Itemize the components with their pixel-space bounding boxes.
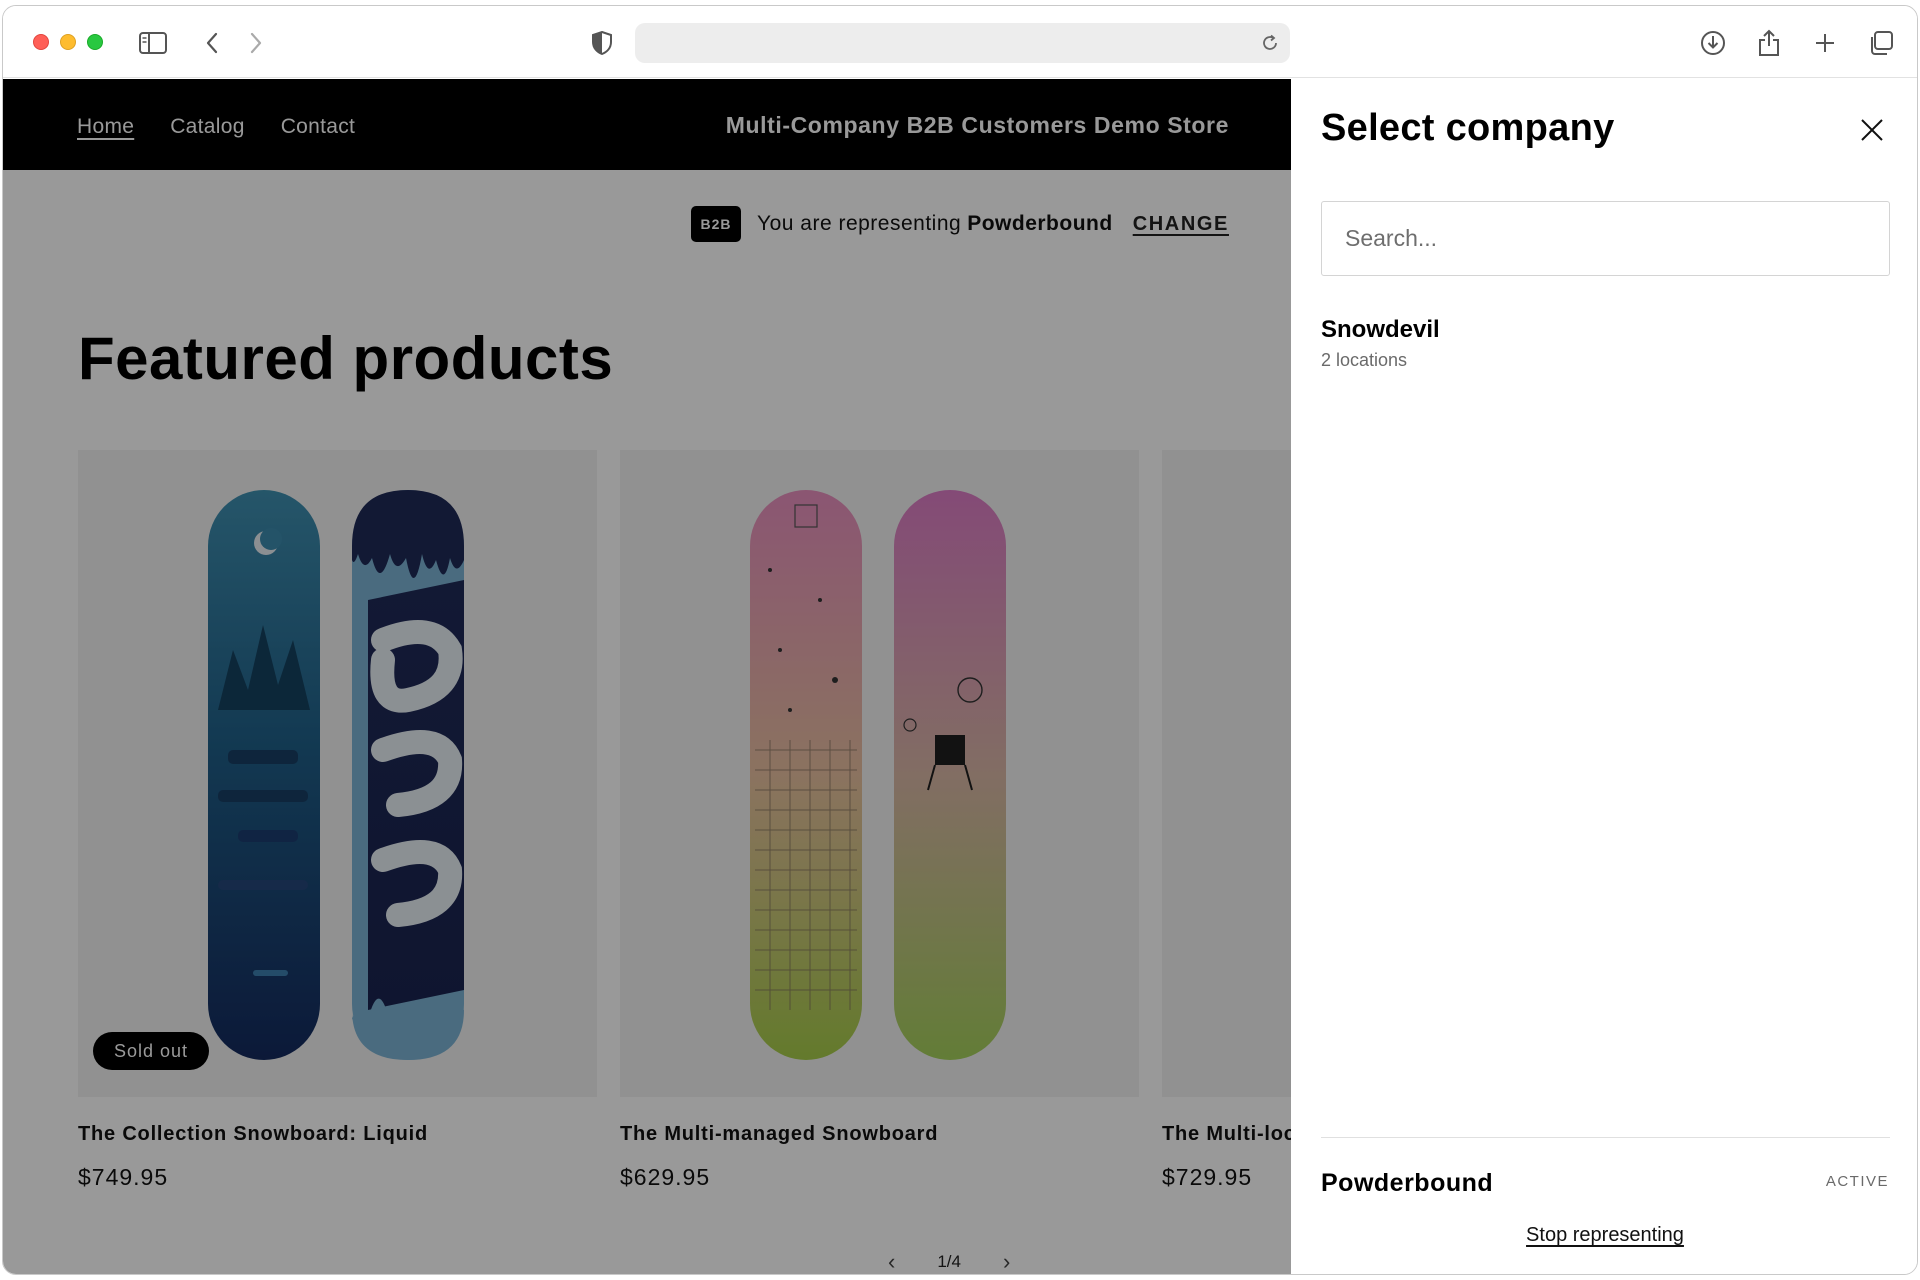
share-icon[interactable] [1754,28,1784,58]
modal-overlay[interactable] [3,79,1291,1274]
reload-icon[interactable] [1258,31,1282,55]
company-name: Snowdevil [1321,316,1440,343]
browser-toolbar [3,6,1917,78]
zoom-window-button[interactable] [87,34,103,50]
browser-window: Home Catalog Contact Multi-Company B2B C… [2,5,1918,1275]
download-icon[interactable] [1698,28,1728,58]
close-window-button[interactable] [33,34,49,50]
address-bar[interactable] [635,23,1290,63]
shield-icon[interactable] [587,28,617,58]
drawer-title: Select company [1321,107,1615,149]
new-tab-icon[interactable] [1810,28,1840,58]
forward-icon[interactable] [241,28,271,58]
sidebar-icon[interactable] [138,28,168,58]
active-company-name: Powderbound [1321,1169,1494,1197]
company-list-item[interactable]: Snowdevil 2 locations [1321,316,1440,371]
divider [1321,1137,1890,1138]
active-status-label: ACTIVE [1825,1173,1889,1190]
back-icon[interactable] [197,28,227,58]
stop-representing-link[interactable]: Stop representing [1291,1224,1917,1247]
store-page: Home Catalog Contact Multi-Company B2B C… [3,79,1291,1274]
company-search-input[interactable] [1321,201,1890,276]
tabs-overview-icon[interactable] [1866,28,1896,58]
minimize-window-button[interactable] [60,34,76,50]
company-locations: 2 locations [1321,350,1408,370]
close-icon[interactable] [1859,117,1885,143]
select-company-drawer: Select company Snowdevil 2 locations Pow… [1291,79,1917,1274]
